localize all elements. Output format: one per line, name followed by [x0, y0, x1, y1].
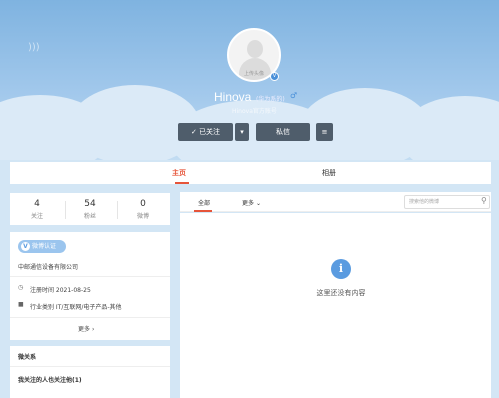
caret-down-icon: ▾	[240, 128, 244, 136]
chevron-right-icon: ›	[91, 326, 95, 333]
stat-followers[interactable]: 54 粉丝	[65, 199, 115, 220]
verification-label: 微博认证	[32, 243, 57, 250]
company-name: 中邮通信设备有限公司	[18, 264, 79, 271]
stat-following-value: 4	[34, 199, 40, 209]
follow-button[interactable]: ✓ 已关注	[178, 123, 233, 141]
profile-alias: (华为系的)	[256, 96, 285, 103]
info-card: V 微博认证 中邮通信设备有限公司 ◷ 注册时间 2021-08-25 ■ 行业…	[10, 232, 170, 340]
profile-name: Hinova	[214, 90, 252, 104]
stat-followers-value: 54	[84, 199, 96, 209]
male-gender-icon: ♂	[290, 91, 298, 100]
feed-tab-more[interactable]: 更多 ⌄	[242, 198, 261, 207]
stat-weibo-label: 微博	[136, 213, 149, 220]
more-menu-button[interactable]: ≡	[316, 123, 333, 141]
follow-dropdown-button[interactable]: ▾	[235, 123, 249, 141]
menu-icon: ≡	[321, 128, 328, 136]
briefcase-icon: ■	[18, 301, 24, 308]
follow-label: 已关注	[199, 128, 221, 136]
stat-weibo[interactable]: 0 微博	[118, 199, 168, 220]
verified-v-icon: V	[21, 242, 30, 251]
stat-following[interactable]: 4 关注	[12, 199, 62, 220]
chevron-down-icon: ⌄	[255, 200, 261, 207]
stat-following-label: 关注	[30, 213, 43, 220]
more-info-link[interactable]: 更多 ›	[78, 324, 94, 333]
divider	[10, 317, 170, 318]
empty-feed-message: 这里还没有内容	[316, 289, 366, 297]
divider	[10, 366, 170, 367]
feed-tab-indicator	[194, 210, 212, 212]
stat-followers-label: 粉丝	[83, 213, 96, 220]
more-info-label: 更多	[78, 326, 91, 333]
check-icon: ✓	[190, 128, 197, 136]
industry-category: 行业类别 IT/互联网/电子产品-其他	[30, 304, 122, 311]
relations-card: 微关系 我关注的人也关注他(1)	[10, 346, 170, 398]
stat-weibo-value: 0	[140, 199, 146, 209]
feed-tab-more-label: 更多	[242, 200, 255, 207]
search-icon[interactable]: ⚲	[481, 196, 487, 205]
profile-description: Hinova官方账号	[232, 108, 277, 115]
signal-icon: )))	[28, 42, 40, 53]
tab-active-indicator	[175, 182, 189, 184]
avatar-placeholder-head	[247, 40, 263, 58]
info-icon: i	[331, 259, 351, 279]
relations-title: 微关系	[18, 354, 37, 361]
stats-card: 4 关注 54 粉丝 0 微博	[10, 193, 170, 225]
message-button[interactable]: 私信	[256, 123, 310, 141]
tab-album[interactable]: 相册	[322, 168, 336, 178]
verified-badge-icon: V	[270, 72, 279, 81]
divider	[10, 276, 170, 277]
feed-search-input[interactable]: 搜索他的微博	[404, 195, 490, 209]
verification-badge[interactable]: V 微博认证	[18, 240, 66, 253]
mutual-follow-link[interactable]: 我关注的人也关注他(1)	[18, 375, 82, 384]
profile-nav: 主页 相册	[10, 162, 491, 184]
feed-filter-bar: 全部 更多 ⌄ 搜索他的微博 ⚲	[180, 192, 491, 212]
tab-home[interactable]: 主页	[172, 168, 186, 178]
feed-content: i 这里还没有内容	[180, 213, 491, 398]
feed-tab-all[interactable]: 全部	[198, 198, 210, 207]
watermark: 搜狐号@传媒四客	[406, 382, 470, 391]
clock-icon: ◷	[18, 284, 24, 291]
registration-date: 注册时间 2021-08-25	[30, 287, 91, 294]
